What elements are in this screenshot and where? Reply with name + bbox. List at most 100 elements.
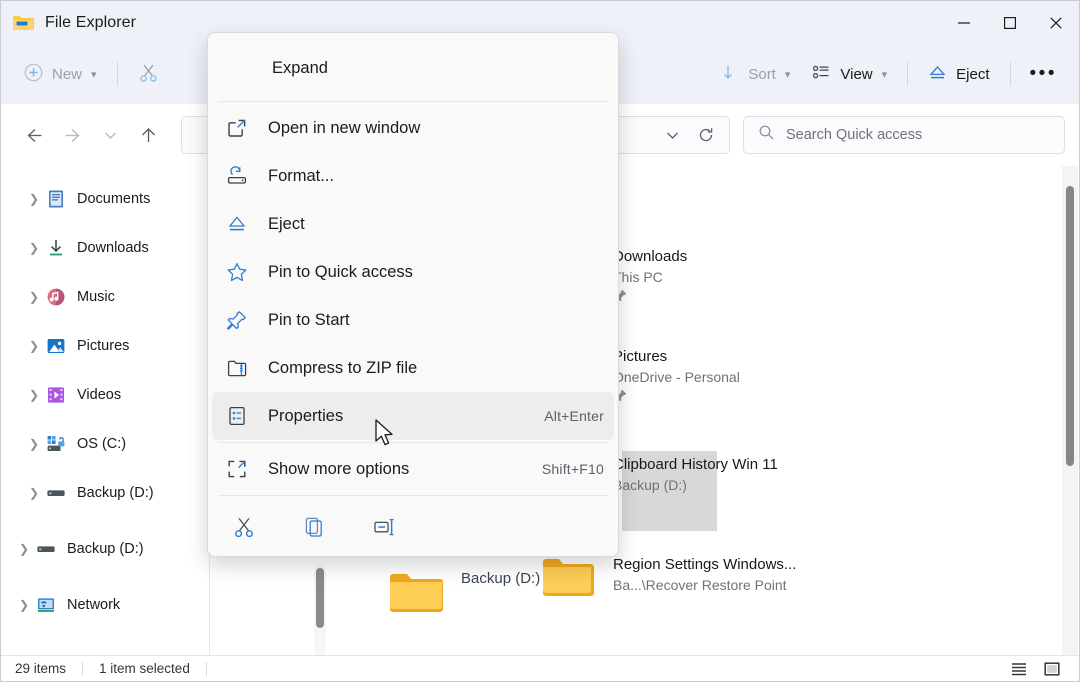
os-drive-icon <box>45 433 67 455</box>
chevron-right-icon[interactable]: ❯ <box>13 598 35 612</box>
view-label: View <box>840 65 873 83</box>
sidebar-item-label: Downloads <box>77 240 149 256</box>
eject-button[interactable]: Eject <box>917 56 1000 92</box>
view-icon <box>812 63 831 86</box>
chevron-right-icon[interactable]: ❯ <box>23 192 45 206</box>
address-dropdown-button[interactable] <box>655 120 689 150</box>
menu-item-label: Pin to Start <box>268 310 350 329</box>
search-box[interactable]: Search Quick access <box>743 116 1065 154</box>
plus-circle-icon <box>24 63 43 86</box>
context-menu-header[interactable]: Expand <box>208 37 618 99</box>
pin-icon <box>613 288 687 306</box>
sort-button[interactable]: Sort ▾ <box>711 56 801 92</box>
sidebar-item-network[interactable]: ❯ Network <box>7 586 203 624</box>
sidebar-item-music[interactable]: ❯ Music <box>7 278 203 316</box>
folder-icon <box>12 12 34 34</box>
videos-icon <box>45 384 67 406</box>
item-subtitle: Backup (D:) <box>613 477 687 493</box>
forward-button[interactable] <box>53 117 91 153</box>
properties-icon <box>222 403 252 429</box>
content-scrollbar-thumb[interactable] <box>1066 186 1074 466</box>
menu-item-properties[interactable]: Properties Alt+Enter <box>212 392 614 440</box>
item-name: Pictures <box>613 348 668 365</box>
sidebar-item-os-c[interactable]: ❯ OS (C:) <box>7 425 203 463</box>
sidebar-item-downloads[interactable]: ❯ Downloads <box>7 229 203 267</box>
search-input[interactable]: Search Quick access <box>786 127 922 143</box>
list-view-icon[interactable] <box>1006 658 1032 680</box>
toolbar-separator <box>1009 62 1011 86</box>
item-name: Region Settings Windows... <box>613 556 797 573</box>
chevron-right-icon[interactable]: ❯ <box>23 486 45 500</box>
pin-icon <box>613 388 740 406</box>
chevron-right-icon[interactable]: ❯ <box>23 241 45 255</box>
status-separator <box>82 661 84 676</box>
sort-icon <box>722 64 739 85</box>
list-item[interactable]: Region Settings Windows... Ba...\Recover… <box>540 554 796 602</box>
sidebar-item-label: Backup (D:) <box>77 485 154 501</box>
chevron-down-icon: ▾ <box>784 68 791 81</box>
minimize-button[interactable] <box>941 1 987 44</box>
sidebar-item-pictures[interactable]: ❯ Pictures <box>7 327 203 365</box>
cut-button[interactable] <box>127 56 170 92</box>
new-button-label: New <box>52 65 83 83</box>
menu-item-open-in-new-window[interactable]: Open in new window <box>212 104 614 152</box>
menu-item-eject[interactable]: Eject <box>212 200 614 248</box>
menu-item-pin-to-start[interactable]: Pin to Start <box>212 296 614 344</box>
refresh-button[interactable] <box>689 120 723 150</box>
chevron-right-icon[interactable]: ❯ <box>13 542 35 556</box>
cut-icon[interactable] <box>224 508 264 546</box>
copy-icon[interactable] <box>294 508 334 546</box>
eject-icon <box>928 63 947 86</box>
view-toggles <box>1006 658 1065 680</box>
music-icon <box>45 286 67 308</box>
maximize-button[interactable] <box>987 1 1033 44</box>
yellow-folder-icon <box>540 554 596 602</box>
chevron-right-icon[interactable]: ❯ <box>23 339 45 353</box>
drive-icon <box>35 538 57 560</box>
format-icon <box>222 163 252 189</box>
menu-separator <box>218 495 608 496</box>
menu-item-label: Format... <box>268 166 335 185</box>
menu-separator <box>218 442 608 443</box>
chevron-right-icon[interactable]: ❯ <box>23 290 45 304</box>
item-name: Downloads <box>613 248 688 265</box>
downloads-icon <box>45 237 67 259</box>
sidebar-item-videos[interactable]: ❯ Videos <box>7 376 203 414</box>
toolbar-separator <box>907 62 909 86</box>
recent-locations-button[interactable] <box>91 117 129 153</box>
sidebar-item-backup-d[interactable]: ❯ Backup (D:) <box>7 530 203 568</box>
menu-item-show-more-options[interactable]: Show more options Shift+F10 <box>212 445 614 493</box>
rename-icon[interactable] <box>364 508 404 546</box>
show-more-icon <box>222 456 252 482</box>
menu-separator <box>218 101 608 102</box>
chevron-down-icon: ▾ <box>91 68 97 81</box>
more-options-button[interactable]: ••• <box>1020 63 1067 85</box>
sidebar-item-documents[interactable]: ❯ Documents <box>7 180 203 218</box>
open-new-window-icon <box>222 115 252 141</box>
sidebar-item-backup-d-child[interactable]: ❯ Backup (D:) <box>7 474 203 512</box>
content-scrollbar[interactable] <box>1062 166 1078 657</box>
menu-item-label: Open in new window <box>268 118 421 137</box>
menu-item-label: Properties <box>268 406 344 425</box>
menu-item-pin-to-quick-access[interactable]: Pin to Quick access <box>212 248 614 296</box>
chevron-right-icon[interactable]: ❯ <box>23 388 45 402</box>
item-name: Clipboard History Win 11 <box>613 456 778 473</box>
zip-icon <box>222 355 252 381</box>
close-button[interactable] <box>1033 1 1079 44</box>
pin-icon <box>222 307 252 333</box>
inner-scrollbar[interactable] <box>314 564 326 657</box>
menu-item-label: Pin to Quick access <box>268 262 413 281</box>
up-button[interactable] <box>129 117 167 153</box>
window-controls <box>941 1 1079 44</box>
status-bar: 29 items 1 item selected <box>1 655 1079 681</box>
back-button[interactable] <box>15 117 53 153</box>
new-button[interactable]: New ▾ <box>13 56 108 92</box>
menu-item-format[interactable]: Format... <box>212 152 614 200</box>
chevron-right-icon[interactable]: ❯ <box>23 437 45 451</box>
file-explorer-window: File Explorer New ▾ Sort ▾ View ▾ Eject … <box>0 0 1080 682</box>
view-button[interactable]: View ▾ <box>801 56 898 92</box>
inner-scrollbar-thumb[interactable] <box>316 568 324 628</box>
details-view-icon[interactable] <box>1039 658 1065 680</box>
menu-item-compress-to-zip[interactable]: Compress to ZIP file <box>212 344 614 392</box>
partial-list-item[interactable]: Backup (D:) <box>388 568 540 616</box>
